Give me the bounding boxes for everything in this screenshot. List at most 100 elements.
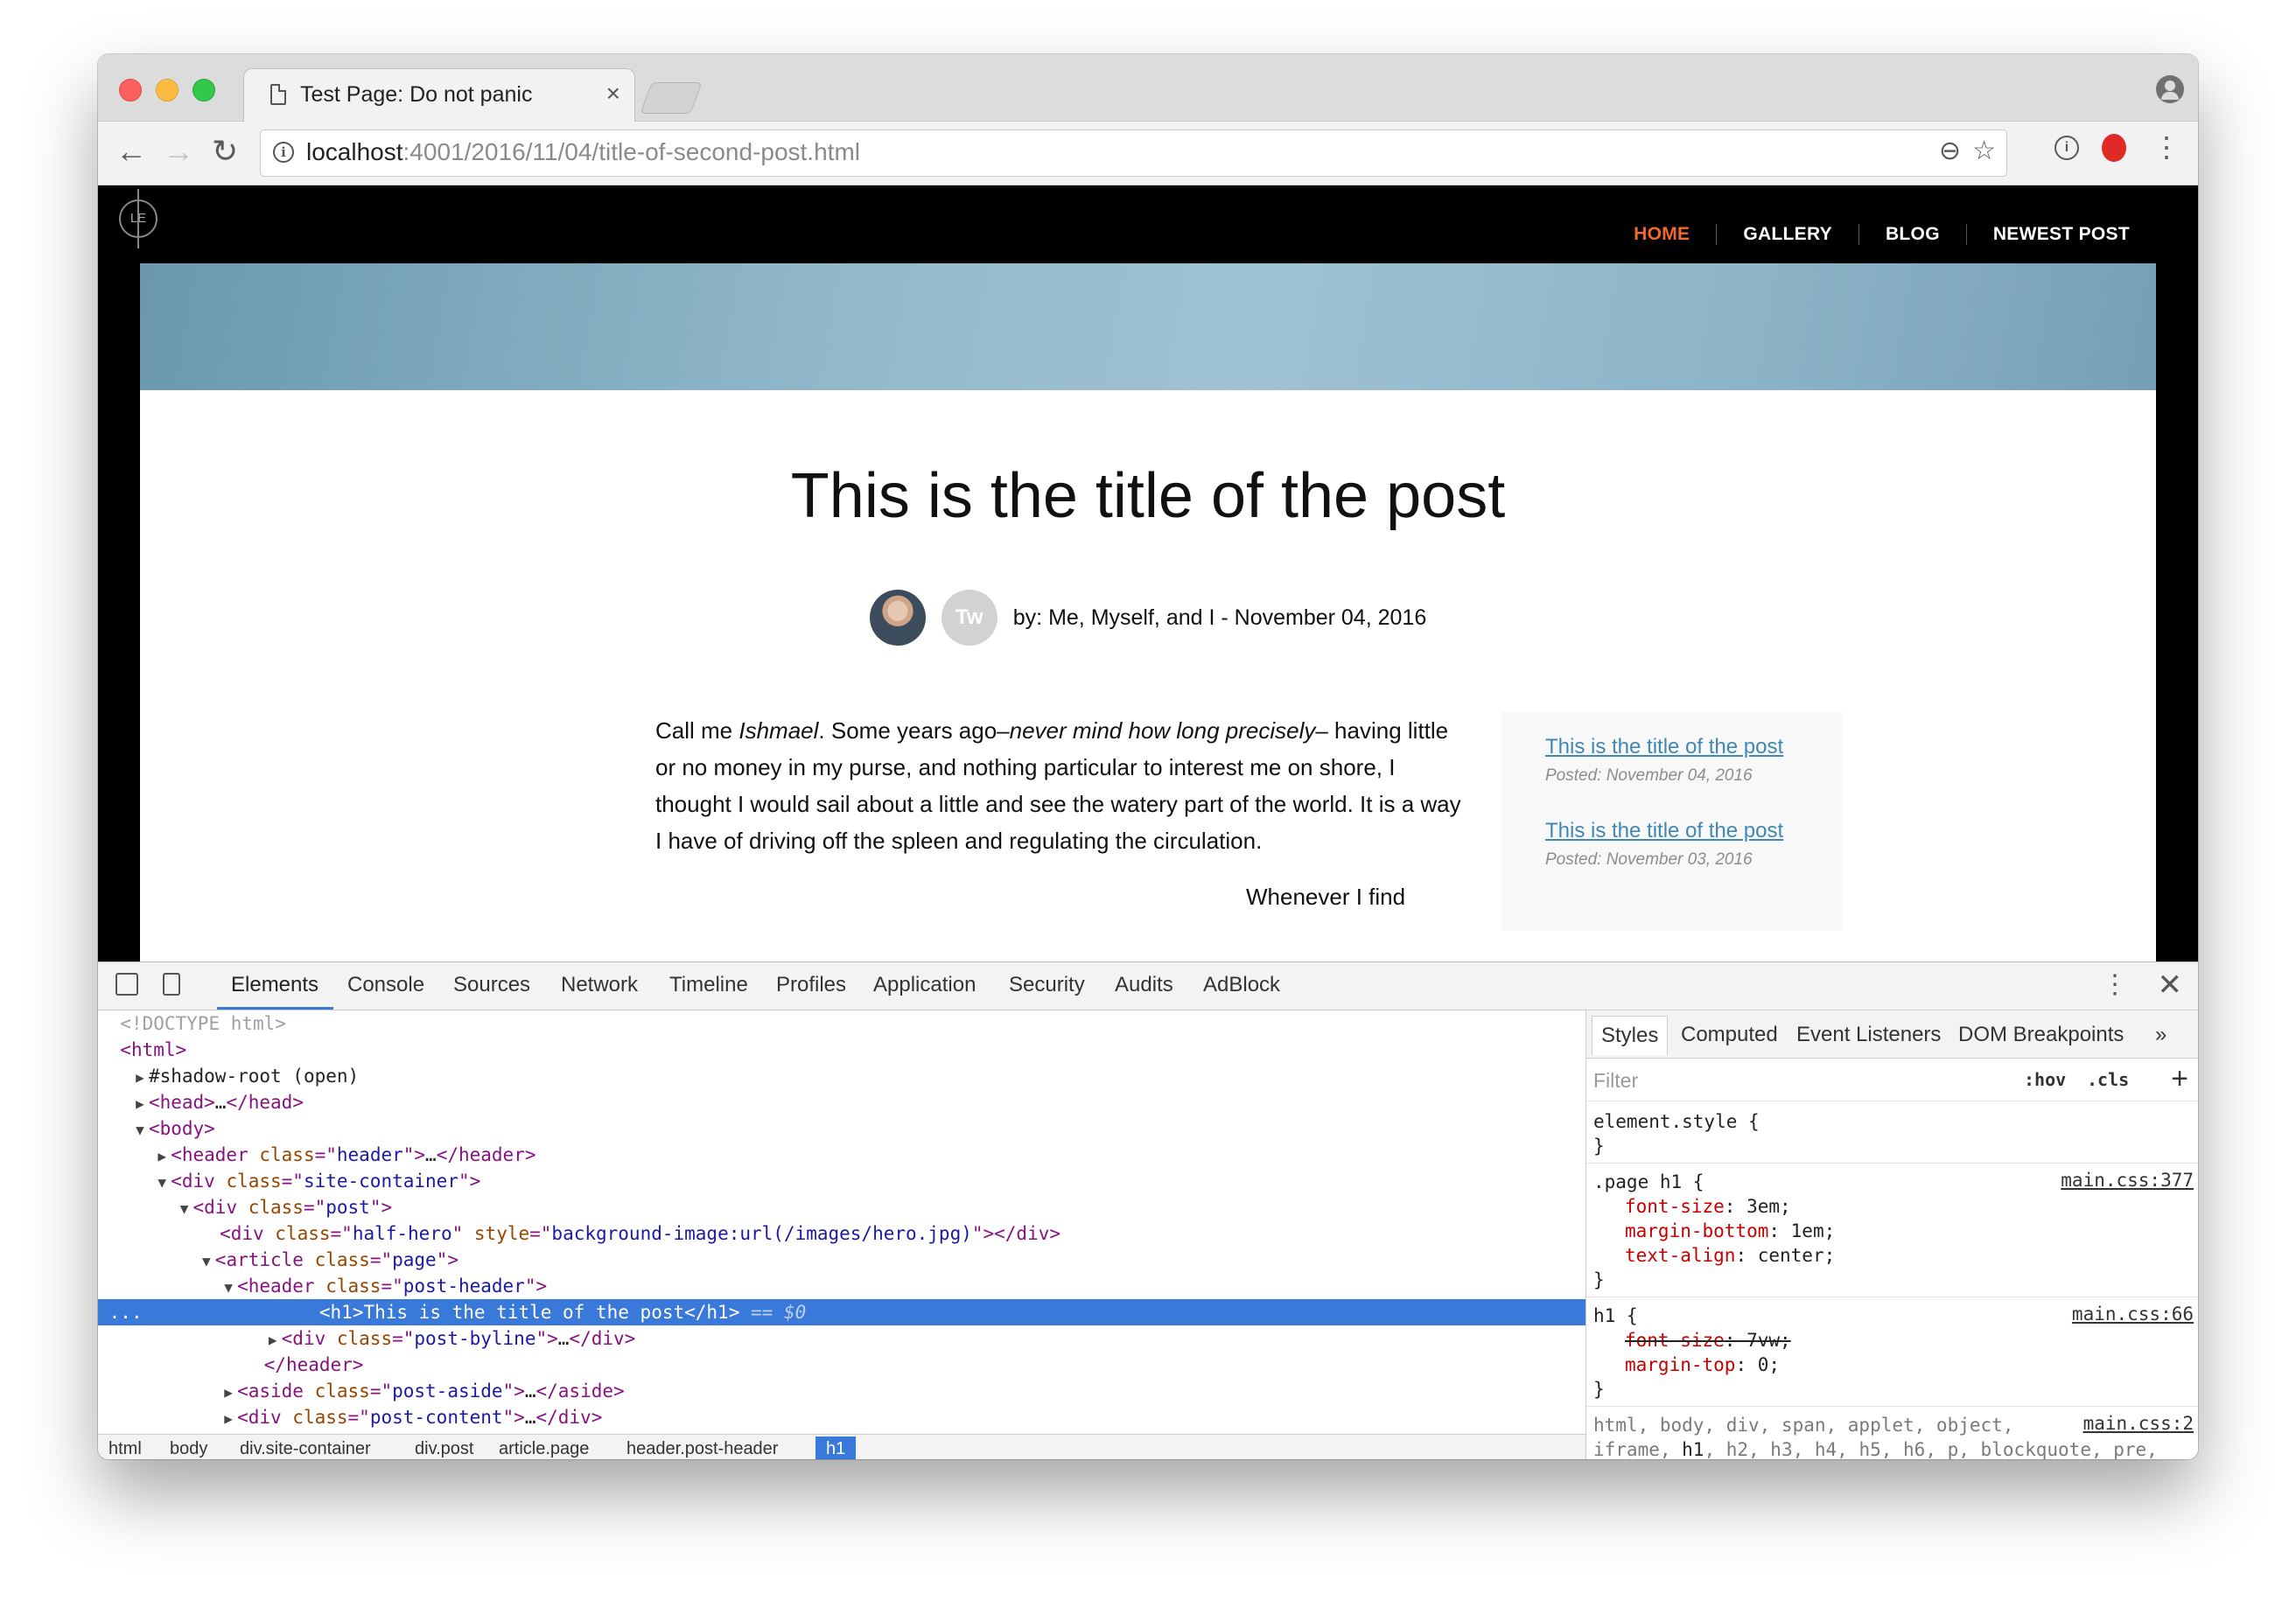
dom-node-line[interactable]: ▶ <div class="post-content">…</div> [98,1404,1586,1430]
nav-blog[interactable]: BLOG [1858,224,1966,245]
hov-toggle[interactable]: :hov [2024,1069,2066,1090]
dom-node-line[interactable]: <!DOCTYPE html> [98,1010,1586,1037]
tab-application[interactable]: Application [873,973,976,997]
devtools-close-icon[interactable]: ✕ [2158,968,2183,1003]
styles-tabbar: Styles Computed Event Listeners DOM Brea… [1586,1010,2198,1059]
opera-extension-icon[interactable] [2102,134,2126,162]
active-tab-indicator [217,1007,333,1010]
info-icon[interactable]: i [273,142,294,163]
tab-network[interactable]: Network [561,973,638,997]
nav-gallery[interactable]: GALLERY [1716,224,1858,245]
devtools-menu-icon[interactable]: ⋮ [2102,969,2128,1000]
nav-newest-post[interactable]: NEWEST POST [1965,224,2156,245]
rule-property-overridden[interactable]: font-size: 7vw; [1586,1328,2198,1353]
aside-post-link[interactable]: This is the title of the post [1545,735,1783,759]
dom-node-line[interactable]: ▶ <head>…</head> [98,1089,1586,1115]
url-host: localhost [306,138,403,165]
dom-node-line[interactable]: ▼ <div class="post"> [98,1194,1586,1220]
browser-menu-icon[interactable]: ⋮ [2152,130,2180,164]
tab-sources[interactable]: Sources [453,973,530,997]
dom-node-line[interactable]: ▼ <article class="page"> [98,1247,1586,1273]
author-avatar [869,590,926,646]
elements-tree[interactable]: <!DOCTYPE html> <html> ▶ #shadow-root (op… [98,1010,1586,1434]
dom-node-line[interactable]: ▶ <aside class="post-aside">…</aside> [98,1378,1586,1404]
rule-source-link[interactable]: main.css:2 [2083,1413,2194,1434]
breadcrumb-header[interactable]: header.post-header [616,1437,788,1459]
back-icon[interactable]: ← [116,132,147,171]
dom-node-line[interactable]: <html> [98,1037,1586,1063]
profile-icon[interactable] [2156,75,2184,103]
dom-node-line[interactable]: ▼ <header class="post-header"> [98,1273,1586,1299]
rule-property[interactable]: margin-bottom: 1em; [1586,1219,2198,1243]
breadcrumb-h1[interactable]: h1 [816,1437,857,1459]
breadcrumb-site-container[interactable]: div.site-container [229,1437,382,1459]
dom-node-line[interactable]: ▶ <div class="post-byline">…</div> [98,1325,1586,1352]
styles-filter[interactable]: Filter :hov .cls + [1586,1059,2198,1101]
new-rule-icon[interactable]: + [2171,1062,2188,1096]
style-rule-h1[interactable]: main.css:66 h1 { font-size: 7vw; margin-… [1586,1304,2198,1402]
tab-styles[interactable]: Styles [1592,1016,1669,1055]
dom-node-line[interactable]: ▼ <body> [98,1115,1586,1142]
page-viewport: LE HOME GALLERY BLOG NEWEST POST This is… [98,185,2198,961]
breadcrumb-article[interactable]: article.page [488,1437,599,1459]
rule-source-link[interactable]: main.css:66 [2072,1304,2194,1325]
aside-post-link[interactable]: This is the title of the post [1545,819,1783,843]
breadcrumb-post[interactable]: div.post [404,1437,484,1459]
dom-node-line-selected[interactable]: ... <h1>This is the title of the post</h… [98,1299,1586,1325]
post-content: Call me Ishmael. Some years ago–never mi… [655,712,1465,915]
inspect-element-icon[interactable] [116,973,138,996]
forward-icon[interactable]: → [163,132,194,171]
minimize-window-button[interactable] [156,79,178,101]
tab-console[interactable]: Console [347,973,424,997]
more-tabs-icon[interactable]: » [2155,1023,2166,1047]
tab-security[interactable]: Security [1009,973,1085,997]
dollar-zero: == $0 [751,1302,807,1323]
new-tab-button[interactable] [640,82,703,114]
site-logo[interactable]: LE [119,189,158,248]
post-byline: Tw by: Me, Myself, and I - November 04, … [140,590,2156,646]
rule-property[interactable]: text-align: center; [1586,1243,2198,1268]
dom-node-line[interactable]: ▼ <div class="site-container"> [98,1168,1586,1194]
rule-property[interactable]: margin-top: 0; [1586,1353,2198,1377]
star-icon[interactable]: ☆ [1972,136,1996,166]
close-window-button[interactable] [119,79,142,101]
style-rule-reset[interactable]: main.css:2 html, body, div, span, applet… [1586,1413,2198,1459]
breadcrumb-body[interactable]: body [159,1437,218,1459]
twitter-avatar[interactable]: Tw [941,590,998,646]
selected-marker: ... [108,1302,143,1323]
rule-source-link[interactable]: main.css:377 [2061,1170,2194,1191]
tab-timeline[interactable]: Timeline [669,973,748,997]
rule-divider [1586,1163,2198,1164]
tab-computed[interactable]: Computed [1681,1023,1778,1047]
dom-node-line[interactable]: ▶ #shadow-root (open) [98,1063,1586,1089]
tab-audits[interactable]: Audits [1115,973,1173,997]
tab-strip: Test Page: Do not panic × [98,54,2198,122]
tab-elements[interactable]: Elements [231,973,318,997]
address-bar[interactable]: i localhost:4001/2016/11/04/title-of-sec… [260,129,2007,177]
url-text[interactable]: localhost:4001/2016/11/04/title-of-secon… [306,138,860,166]
tab-profiles[interactable]: Profiles [776,973,846,997]
tab-event-listeners[interactable]: Event Listeners [1796,1023,1941,1047]
filter-input[interactable]: Filter [1593,1069,1638,1093]
document-icon [270,84,286,105]
style-rule-page-h1[interactable]: main.css:377 .page h1 { font-size: 3em; … [1586,1170,2198,1292]
tab-close-icon[interactable]: × [606,80,620,108]
zoom-icon[interactable]: ⊖ [1939,136,1961,166]
rule-property[interactable]: font-size: 3em; [1586,1194,2198,1219]
dom-node-line[interactable]: ▶ <header class="header">…</header> [98,1142,1586,1168]
dom-node-line[interactable]: </header> [98,1352,1586,1378]
style-rule-element[interactable]: element.style { } [1586,1109,2198,1158]
nav-home[interactable]: HOME [1607,224,1716,245]
password-extension-icon[interactable]: i [2054,136,2079,160]
zoom-window-button[interactable] [192,79,215,101]
tab-adblock[interactable]: AdBlock [1203,973,1280,997]
breadcrumb-html[interactable]: html [98,1437,152,1459]
device-toolbar-icon[interactable] [163,973,180,996]
rule-selector: iframe, h1, h2, h3, h4, h5, h6, p, block… [1593,1439,2158,1459]
reload-icon[interactable]: ↻ [212,132,238,171]
cls-toggle[interactable]: .cls [2087,1069,2129,1090]
tab-dom-breakpoints[interactable]: DOM Breakpoints [1958,1023,2124,1047]
elements-breadcrumbs: html body div.site-container div.post ar… [98,1434,1586,1459]
browser-tab[interactable]: Test Page: Do not panic × [243,68,635,122]
dom-node-line[interactable]: <div class="half-hero" style="background… [98,1220,1586,1247]
